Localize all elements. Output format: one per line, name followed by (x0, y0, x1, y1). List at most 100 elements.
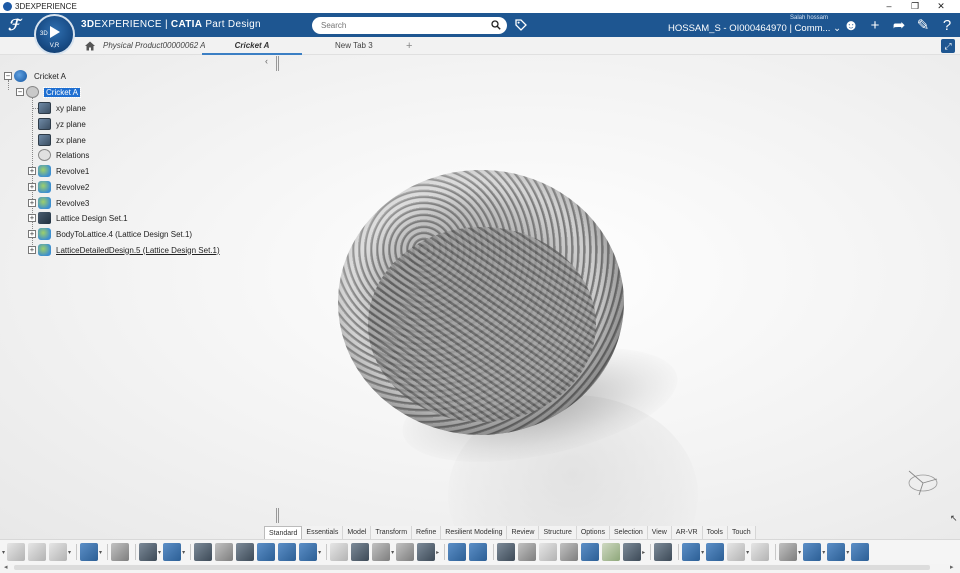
expand-toggle[interactable]: + (28, 246, 36, 254)
section-tab-view[interactable]: View (647, 526, 672, 539)
capture-icon[interactable] (278, 543, 297, 561)
close-button[interactable]: ✕ (928, 0, 954, 13)
section-tab-standard[interactable]: Standard (264, 526, 303, 539)
tree-item-label[interactable]: BodyToLattice.4 (Lattice Design Set.1) (56, 230, 192, 239)
cut-icon[interactable] (7, 543, 26, 561)
update-icon[interactable] (163, 543, 182, 561)
table-icon[interactable] (539, 543, 558, 561)
3d-viewport[interactable]: ‹ ↖ − Cricket A − Cricket A xy plane yz … (0, 55, 960, 540)
tag-icon[interactable] (514, 18, 528, 32)
filter-icon[interactable] (727, 543, 746, 561)
favorites-icon[interactable] (299, 543, 318, 561)
tree-item-label[interactable]: zx plane (56, 136, 86, 145)
expand-icon[interactable]: ⤢ (941, 39, 955, 53)
tree-item-label[interactable]: Revolve1 (56, 167, 89, 176)
tree-item-yz-plane[interactable]: yz plane (28, 117, 86, 131)
tools-icon[interactable]: ✎ (914, 16, 932, 34)
tab-physical-product[interactable]: Physical Product00000062 A (103, 37, 205, 55)
tree-part-label[interactable]: Cricket A (42, 86, 82, 98)
help-icon[interactable]: ? (938, 16, 956, 34)
measure-icon[interactable] (215, 543, 234, 561)
select-icon[interactable] (751, 543, 770, 561)
section-icon[interactable] (236, 543, 255, 561)
chevron-down-icon[interactable]: ▾ (798, 549, 801, 556)
expand-toggle[interactable]: + (28, 199, 36, 207)
chevron-right-icon[interactable]: ▸ (642, 549, 645, 556)
profile-icon[interactable]: ☻ (842, 16, 860, 34)
tree-item-label[interactable]: Lattice Design Set.1 (56, 214, 128, 223)
geometry-icon[interactable] (560, 543, 579, 561)
overflow-chevron-icon[interactable]: ▾ (2, 549, 5, 556)
tab-new-tab-3[interactable]: New Tab 3 (335, 37, 373, 55)
chevron-right-icon[interactable]: ▸ (436, 549, 439, 556)
tree-item-body-to-lattice[interactable]: + BodyToLattice.4 (Lattice Design Set.1) (28, 227, 192, 241)
analysis-icon[interactable] (827, 543, 846, 561)
horizontal-scrollbar[interactable] (14, 565, 930, 570)
splitter-handle-top[interactable] (276, 56, 279, 71)
tree-item-label[interactable]: yz plane (56, 120, 86, 129)
add-tab-button[interactable]: + (406, 37, 412, 55)
dimension-icon[interactable] (623, 543, 642, 561)
section-tab-refine[interactable]: Refine (412, 526, 442, 539)
splitter-handle-bottom[interactable] (276, 508, 279, 523)
tree-item-lattice-detailed-design[interactable]: + LatticeDetailedDesign.5 (Lattice Desig… (28, 243, 220, 257)
collapse-toggle[interactable]: − (16, 88, 24, 96)
expand-toggle[interactable]: + (28, 183, 36, 191)
axis-triad-icon[interactable] (905, 467, 941, 497)
wand-icon[interactable] (518, 543, 537, 561)
chevron-down-icon[interactable]: ▾ (68, 549, 71, 556)
tree-part-node[interactable]: − Cricket A (16, 85, 82, 99)
view-mode-icon[interactable] (139, 543, 158, 561)
section-tab-model[interactable]: Model (343, 526, 372, 539)
maximize-button[interactable]: ❐ (902, 0, 928, 13)
expand-toggle[interactable]: + (28, 230, 36, 238)
properties-icon[interactable] (330, 543, 349, 561)
chevron-down-icon[interactable]: ▾ (318, 549, 321, 556)
tree-root-label[interactable]: Cricket A (34, 72, 66, 81)
expand-toggle[interactable]: + (28, 167, 36, 175)
plus-icon[interactable]: + (866, 16, 884, 34)
catalog-icon[interactable] (581, 543, 600, 561)
home-icon[interactable] (84, 40, 96, 52)
section-tab-essentials[interactable]: Essentials (302, 526, 344, 539)
undo-icon[interactable] (80, 543, 99, 561)
chevron-down-icon[interactable]: ▾ (99, 549, 102, 556)
chevron-down-icon[interactable]: ▾ (701, 549, 704, 556)
chevron-down-icon[interactable]: ▾ (822, 549, 825, 556)
tab-cricket-a[interactable]: Cricket A (202, 37, 302, 55)
expand-toggle[interactable]: + (28, 214, 36, 222)
scroll-right-icon[interactable]: ▸ (950, 563, 954, 571)
share-icon[interactable]: ➦ (890, 16, 908, 34)
chevron-down-icon[interactable]: ▾ (391, 549, 394, 556)
search-box[interactable] (312, 17, 507, 34)
list-icon[interactable] (779, 543, 798, 561)
sketch-icon[interactable] (194, 543, 213, 561)
tree-item-label[interactable]: xy plane (56, 104, 86, 113)
tree-item-label[interactable]: Relations (56, 151, 89, 160)
scroll-left-icon[interactable]: ◂ (4, 563, 8, 571)
tree-item-label[interactable]: Revolve3 (56, 199, 89, 208)
section-tab-touch[interactable]: Touch (727, 526, 756, 539)
section-tab-tools[interactable]: Tools (702, 526, 728, 539)
tree-item-zx-plane[interactable]: zx plane (28, 133, 86, 147)
tree-item-lattice-design-set[interactable]: + Lattice Design Set.1 (28, 211, 128, 225)
tree-item-revolve3[interactable]: + Revolve3 (28, 196, 89, 210)
section-tab-selection[interactable]: Selection (609, 526, 648, 539)
tree-root-node[interactable]: − Cricket A (4, 69, 66, 83)
axis-system-icon[interactable] (396, 543, 415, 561)
copy-icon[interactable] (28, 543, 47, 561)
formula-icon[interactable] (497, 543, 516, 561)
render-style-icon[interactable] (417, 543, 436, 561)
tree-item-revolve2[interactable]: + Revolve2 (28, 180, 89, 194)
tree-item-xy-plane[interactable]: xy plane (28, 101, 86, 115)
zoom-fit-icon[interactable] (111, 543, 130, 561)
display-icon[interactable] (851, 543, 870, 561)
user-collab-space[interactable]: HOSSAM_S - OI000464970 | Comm... ⌄ (668, 23, 841, 34)
minimize-button[interactable]: – (876, 0, 902, 13)
chevron-down-icon[interactable]: ▾ (846, 549, 849, 556)
collapse-toggle[interactable]: − (4, 72, 12, 80)
paste-icon[interactable] (49, 543, 68, 561)
publish-icon[interactable] (257, 543, 276, 561)
tree-item-revolve1[interactable]: + Revolve1 (28, 164, 89, 178)
instantiate-icon[interactable] (469, 543, 488, 561)
